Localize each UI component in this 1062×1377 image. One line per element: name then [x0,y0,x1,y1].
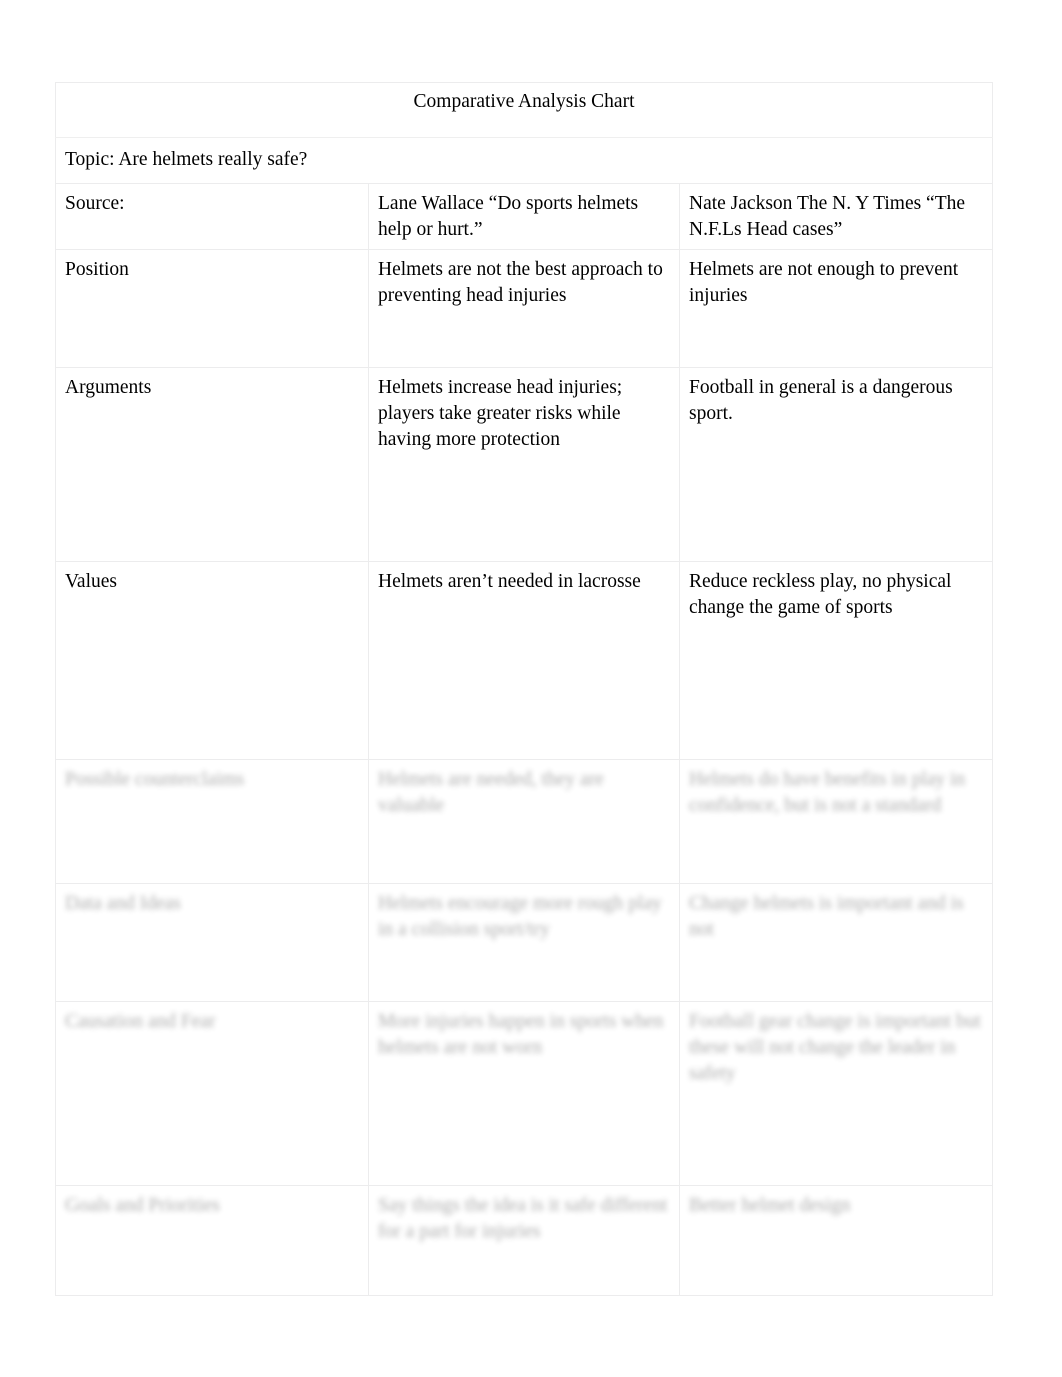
cell-obscured-3-col3: Football gear change is important but th… [678,1000,994,1186]
cell-text: Say things the idea is it safe different… [378,1194,668,1242]
cell-obscured-1-col2: Helmets are needed, they are valuable [368,758,680,884]
cell-text: Values [65,570,117,592]
cell-source-col3: Nate Jackson The N. Y Times “The N.F.Ls … [678,182,994,250]
row-label-source: Source: [55,182,369,250]
cell-text: Helmets are needed, they are valuable [378,768,604,816]
table-topic-row: Topic: Are helmets really safe? [54,136,994,184]
table-title-row: Comparative Analysis Chart [54,82,994,138]
row-label-obscured-3: Causation and Fear [55,1000,369,1186]
cell-obscured-2-col3: Change helmets is important and is not [678,882,994,1002]
cell-obscured-4-col3: Better helmet design [678,1184,994,1296]
table-row: Values Helmets aren’t needed in lacrosse… [55,560,994,760]
row-label-obscured-1: Possible counterclaims [55,758,369,884]
cell-position-col3: Helmets are not enough to prevent injuri… [678,248,994,368]
row-label-values: Values [55,560,369,760]
topic-label: Topic: Are helmets really safe? [54,136,994,184]
comparative-analysis-table: Comparative Analysis Chart Topic: Are he… [54,82,994,1296]
cell-obscured-4-col2: Say things the idea is it safe different… [368,1184,680,1296]
cell-position-col2: Helmets are not the best approach to pre… [368,248,680,368]
cell-obscured-2-col2: Helmets encourage more rough play in a c… [368,882,680,1002]
cell-obscured-3-col2: More injuries happen in sports when helm… [368,1000,680,1186]
cell-text: Football in general is a dangerous sport… [689,376,953,424]
cell-text: Nate Jackson The N. Y Times “The N.F.Ls … [689,192,966,240]
cell-text: Helmets encourage more rough play in a c… [378,892,662,940]
cell-text: Reduce reckless play, no physical change… [689,570,952,618]
cell-arguments-col3: Football in general is a dangerous sport… [678,366,994,562]
table-row: Source: Lane Wallace “Do sports helmets … [55,182,994,250]
cell-text: Football gear change is important but th… [689,1010,981,1084]
cell-text: Better helmet design [689,1194,851,1216]
cell-text: Lane Wallace “Do sports helmets help or … [378,192,639,240]
document-page: Comparative Analysis Chart Topic: Are he… [0,0,1062,1377]
cell-text: Change helmets is important and is not [689,892,964,940]
row-label-position: Position [55,248,369,368]
cell-values-col3: Reduce reckless play, no physical change… [678,560,994,760]
cell-text: Arguments [65,376,152,398]
cell-text: Possible counterclaims [65,768,245,790]
cell-text: Helmets aren’t needed in lacrosse [378,570,641,592]
cell-text: Data and Ideas [65,892,181,914]
row-label-arguments: Arguments [55,366,369,562]
cell-text: Helmets are not the best approach to pre… [378,258,663,306]
row-label-obscured-4: Goals and Priorities [55,1184,369,1296]
row-label-obscured-2: Data and Ideas [55,882,369,1002]
cell-text: Helmets increase head injuries; players … [378,376,623,450]
cell-arguments-col2: Helmets increase head injuries; players … [368,366,680,562]
table-row: Goals and Priorities Say things the idea… [55,1184,994,1296]
cell-text: Source: [65,192,125,214]
table-row: Data and Ideas Helmets encourage more ro… [55,882,994,1002]
cell-text: Helmets are not enough to prevent injuri… [689,258,959,306]
cell-values-col2: Helmets aren’t needed in lacrosse [368,560,680,760]
cell-text: Helmets do have benefits in play in conf… [689,768,966,816]
table-row: Causation and Fear More injuries happen … [55,1000,994,1186]
cell-text: Causation and Fear [65,1010,216,1032]
table-row: Position Helmets are not the best approa… [55,248,994,368]
cell-obscured-1-col3: Helmets do have benefits in play in conf… [678,758,994,884]
cell-text: Position [65,258,129,280]
cell-text: More injuries happen in sports when helm… [378,1010,664,1058]
cell-text: Goals and Priorities [65,1194,220,1216]
page-title: Comparative Analysis Chart [54,82,994,138]
cell-source-col2: Lane Wallace “Do sports helmets help or … [368,182,680,250]
table-row: Possible counterclaims Helmets are neede… [55,758,994,884]
table-row: Arguments Helmets increase head injuries… [55,366,994,562]
